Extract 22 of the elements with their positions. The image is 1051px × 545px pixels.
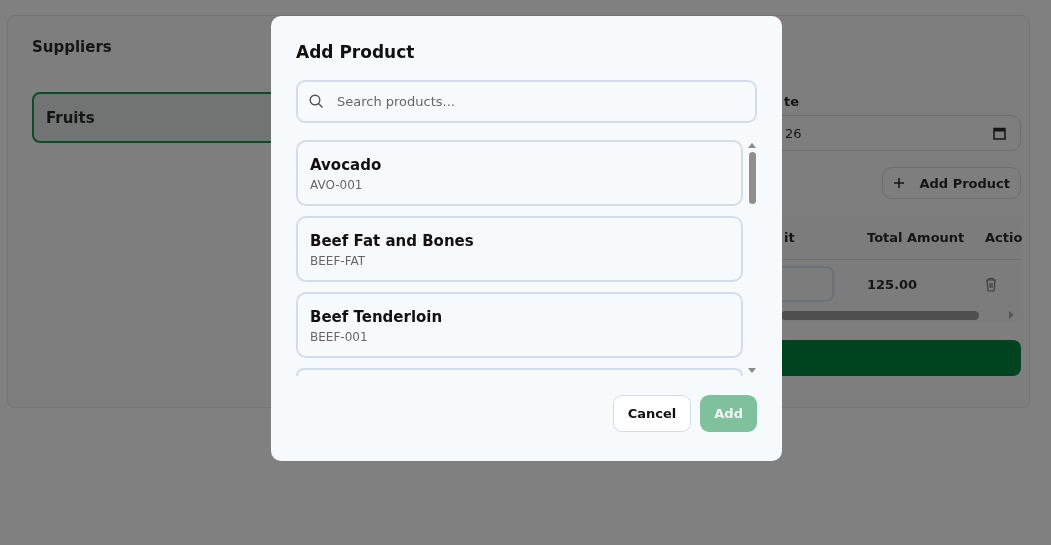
product-code: BEEF-FAT [310, 254, 367, 268]
cancel-button[interactable]: Cancel [612, 395, 692, 432]
product-name: Avocado [310, 156, 383, 174]
product-name: Beef Tenderloin [310, 308, 444, 326]
product-item[interactable]: Beef Tenderloin BEEF-001 [296, 292, 743, 358]
search-icon [309, 94, 324, 109]
column-header: Total Amount [867, 215, 985, 260]
product-item[interactable]: Beef Fat and Bones BEEF-FAT [296, 216, 743, 282]
field-label: te [783, 94, 801, 109]
product-name: Beef Fat and Bones [310, 232, 475, 250]
search-field[interactable]: Search products... [296, 80, 757, 123]
trash-icon[interactable] [985, 276, 997, 292]
table-cell: 125.00 [867, 276, 918, 292]
calendar-icon[interactable] [993, 126, 1006, 140]
product-code: BEEF-001 [310, 330, 369, 344]
section-title: Suppliers [32, 38, 112, 56]
product-item[interactable]: Avocado AVO-001 [296, 140, 743, 206]
add-product-button[interactable]: Add Product [882, 167, 1021, 199]
product-code: AVO-001 [310, 178, 364, 192]
plus-icon [893, 177, 906, 189]
dialog-title: Add Product [296, 42, 416, 62]
column-header: Actio [985, 215, 1021, 260]
